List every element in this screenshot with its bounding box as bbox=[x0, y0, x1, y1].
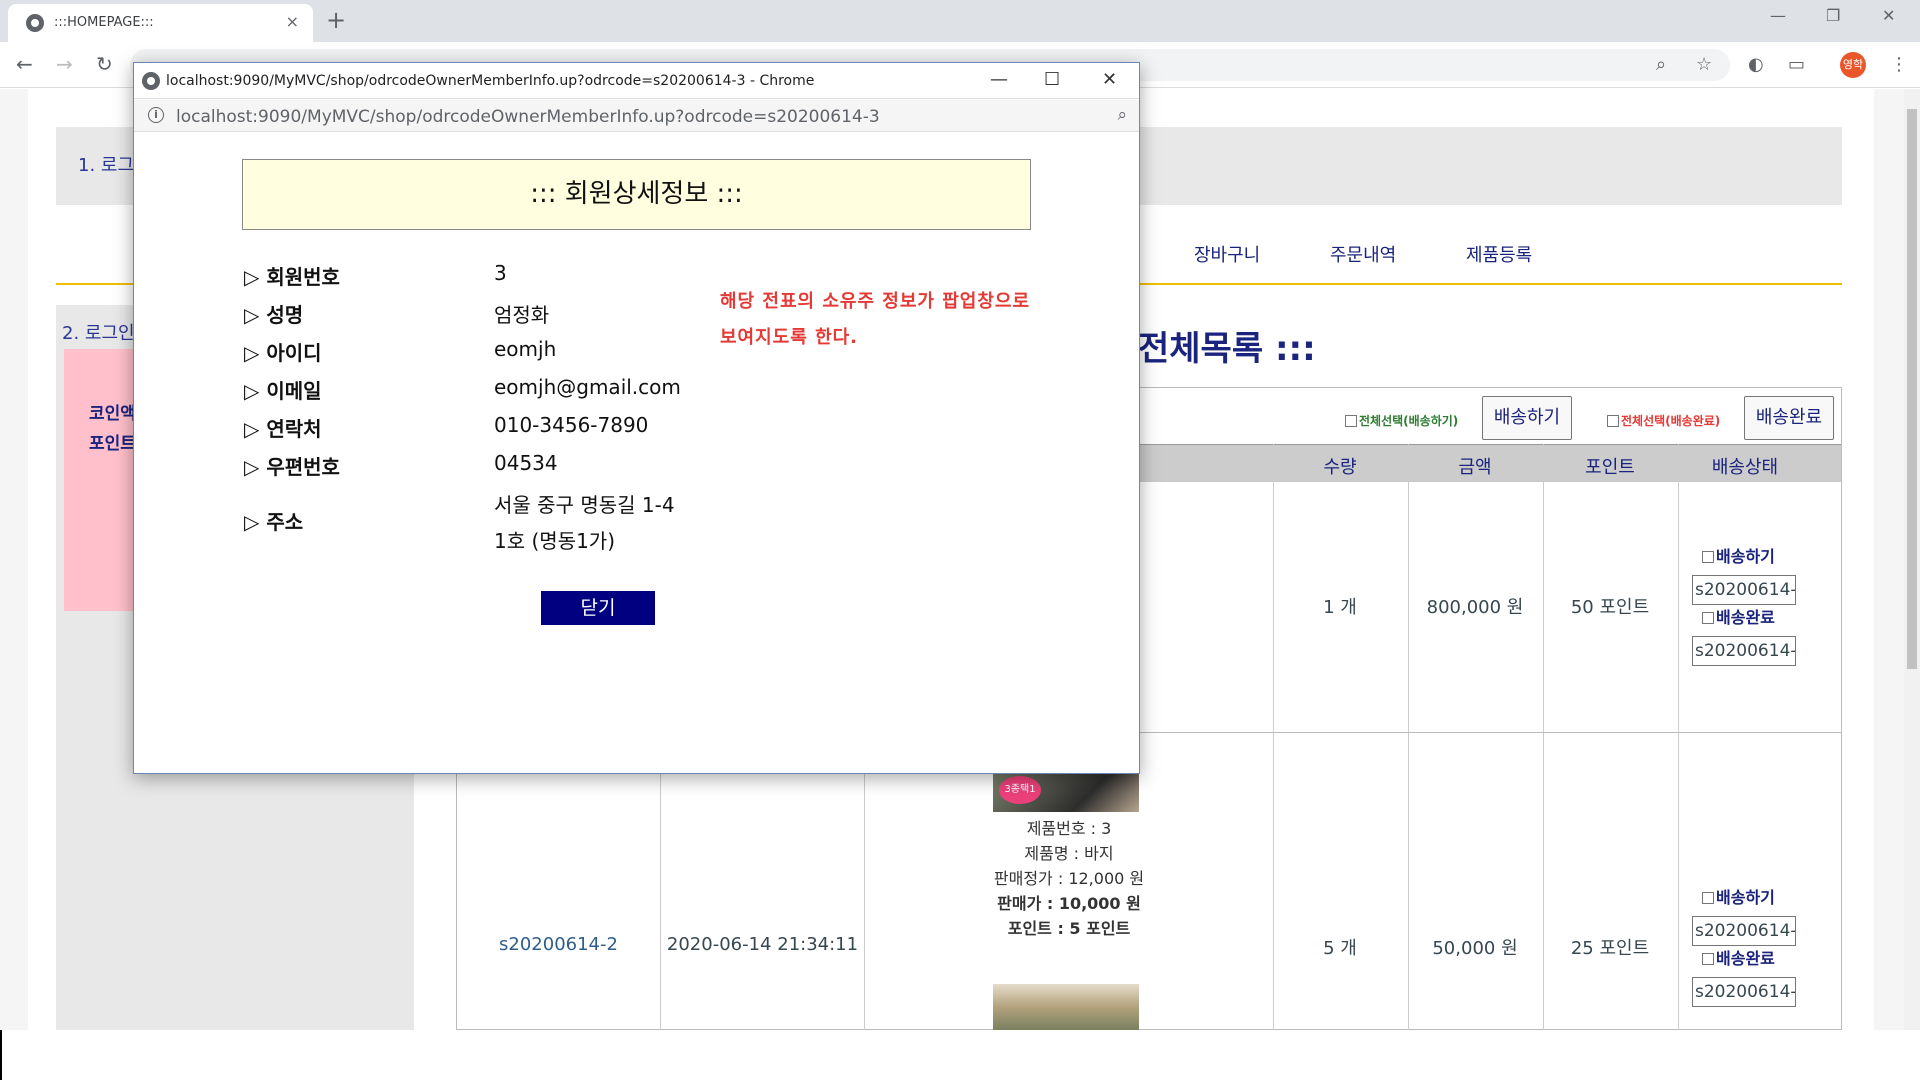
popup-window-title: localhost:9090/MyMVC/shop/odrcodeOwnerMe… bbox=[166, 73, 815, 89]
popup-url: localhost:9090/MyMVC/shop/odrcodeOwnerMe… bbox=[176, 107, 880, 127]
row2-ship-code-input[interactable]: s20200614- bbox=[1692, 916, 1796, 946]
row1-point: 50 포인트 bbox=[1570, 597, 1650, 618]
zoom-icon[interactable]: ⌕ bbox=[1656, 54, 1666, 75]
done-button[interactable]: 배송완료 bbox=[1744, 396, 1834, 440]
menu-cart[interactable]: 장바구니 bbox=[1194, 241, 1260, 267]
label-member-no: ▷ 회원번호 bbox=[244, 265, 340, 289]
value-email: eomjh@gmail.com bbox=[494, 375, 681, 399]
label-phone: ▷ 연락처 bbox=[244, 417, 322, 441]
ship-button[interactable]: 배송하기 bbox=[1482, 396, 1572, 440]
row3-product-image[interactable] bbox=[993, 984, 1139, 1030]
profile-avatar[interactable]: 영학 bbox=[1840, 52, 1866, 78]
row2-product-no: 제품번호 : 3 bbox=[1026, 819, 1112, 838]
popup-address-bar[interactable]: i localhost:9090/MyMVC/shop/odrcodeOwner… bbox=[134, 100, 1139, 132]
info-icon[interactable]: i bbox=[148, 107, 164, 123]
row2-done-code-input[interactable]: s20200614- bbox=[1692, 977, 1796, 1007]
label-postcode: ▷ 우편번호 bbox=[244, 455, 340, 479]
page-scrollbar[interactable] bbox=[1904, 89, 1920, 1030]
note-line1: 해당 전표의 소유주 정보가 팝업창으로 bbox=[720, 291, 1031, 312]
browser-tab[interactable]: :::HOMEPAGE::: × bbox=[8, 4, 313, 42]
label-address: ▷ 주소 bbox=[244, 510, 304, 534]
zoom-icon[interactable]: ⌕ bbox=[1117, 105, 1127, 125]
label-name: ▷ 성명 bbox=[244, 303, 304, 327]
member-info-popup: localhost:9090/MyMVC/shop/odrcodeOwnerMe… bbox=[133, 62, 1140, 774]
value-member-no: 3 bbox=[494, 261, 507, 285]
row1-ship-checkbox[interactable]: 배송하기 bbox=[1702, 543, 1775, 567]
note-line2: 보여지도록 한다. bbox=[720, 327, 859, 348]
restore-icon[interactable]: ❐ bbox=[1826, 6, 1840, 25]
row2-sale-price: 판매가 : 10,000 원 bbox=[997, 894, 1141, 913]
value-postcode: 04534 bbox=[494, 451, 558, 475]
col-divider bbox=[1678, 444, 1679, 1030]
select-all-ship[interactable]: 전체선택(배송하기) bbox=[1345, 412, 1458, 429]
row1-qty: 1 개 bbox=[1323, 597, 1357, 618]
back-icon[interactable]: ← bbox=[16, 52, 33, 76]
tab-title: :::HOMEPAGE::: bbox=[54, 15, 154, 30]
menu-dots-icon[interactable]: ⋮ bbox=[1890, 54, 1908, 75]
star-icon[interactable]: ☆ bbox=[1696, 54, 1712, 75]
popup-maximize-icon[interactable]: ☐ bbox=[1044, 69, 1060, 90]
select-all-done[interactable]: 전체선택(배송완료) bbox=[1607, 412, 1720, 429]
product-badge: 3종택1 bbox=[999, 776, 1041, 804]
popup-title-bar[interactable]: localhost:9090/MyMVC/shop/odrcodeOwnerMe… bbox=[134, 63, 1139, 99]
row2-order-date: 2020-06-14 21:34:11 bbox=[666, 934, 859, 955]
checkbox[interactable] bbox=[1702, 953, 1714, 965]
cast-icon[interactable]: ▭ bbox=[1788, 54, 1805, 75]
row2-ship-checkbox[interactable]: 배송하기 bbox=[1702, 884, 1775, 908]
checkbox[interactable] bbox=[1702, 612, 1714, 624]
row2-amount: 50,000 원 bbox=[1432, 938, 1518, 959]
close-button[interactable]: 닫기 bbox=[541, 591, 655, 625]
scrollbar-thumb[interactable] bbox=[1907, 109, 1917, 669]
row2-done-checkbox[interactable]: 배송완료 bbox=[1702, 945, 1775, 969]
value-userid: eomjh bbox=[494, 337, 557, 361]
sidebar-text: 2. 로그인 bbox=[62, 323, 135, 344]
popup-heading: ::: 회원상세정보 ::: bbox=[242, 159, 1031, 230]
value-address-line2: 1호 (명동1가) bbox=[494, 529, 616, 553]
reload-icon[interactable]: ↻ bbox=[96, 52, 113, 76]
value-address-line1: 서울 중구 명동길 1-4 bbox=[494, 493, 675, 517]
globe-icon bbox=[26, 14, 44, 32]
extension-icon[interactable]: ◐ bbox=[1748, 54, 1764, 75]
col-qty: 수량 bbox=[1323, 457, 1357, 478]
col-amount: 금액 bbox=[1458, 457, 1492, 478]
label-userid: ▷ 아이디 bbox=[244, 341, 322, 365]
col-status: 배송상태 bbox=[1711, 457, 1779, 478]
menu-orders[interactable]: 주문내역 bbox=[1330, 241, 1396, 267]
browser-tab-bar: :::HOMEPAGE::: × + — ❐ ✕ bbox=[0, 0, 1920, 42]
left-edge bbox=[0, 1030, 2, 1080]
popup-minimize-icon[interactable]: — bbox=[990, 69, 1008, 90]
row1-ship-code-input[interactable]: s20200614- bbox=[1692, 575, 1796, 605]
list-title: 전체목록 ::: bbox=[1138, 329, 1316, 369]
point-label: 포인트 bbox=[89, 434, 136, 454]
select-all-done-checkbox[interactable] bbox=[1607, 415, 1619, 427]
value-phone: 010-3456-7890 bbox=[494, 413, 649, 437]
row2-order-code-link[interactable]: s20200614-2 bbox=[457, 934, 660, 955]
row2-point: 25 포인트 bbox=[1570, 938, 1650, 959]
popup-close-icon[interactable]: ✕ bbox=[1102, 69, 1117, 90]
bottom-strip bbox=[0, 1030, 1920, 1080]
coin-label: 코인액 bbox=[89, 404, 136, 424]
top-panel-text: 1. 로그 bbox=[78, 155, 135, 176]
row2-qty: 5 개 bbox=[1323, 938, 1357, 959]
window-close-icon[interactable]: ✕ bbox=[1882, 6, 1895, 25]
globe-icon bbox=[142, 72, 160, 90]
checkbox[interactable] bbox=[1702, 892, 1714, 904]
new-tab-button[interactable]: + bbox=[326, 6, 346, 34]
label-email: ▷ 이메일 bbox=[244, 379, 322, 403]
select-all-ship-checkbox[interactable] bbox=[1345, 415, 1357, 427]
row1-done-code-input[interactable]: s20200614- bbox=[1692, 636, 1796, 666]
value-name: 엄정화 bbox=[494, 303, 550, 327]
row2-product-name: 제품명 : 바지 bbox=[1024, 844, 1114, 863]
row1-amount: 800,000 원 bbox=[1426, 597, 1524, 618]
row2-product-point: 포인트 : 5 포인트 bbox=[1007, 919, 1131, 938]
close-tab-icon[interactable]: × bbox=[286, 12, 299, 31]
minimize-icon[interactable]: — bbox=[1770, 6, 1786, 25]
row2-list-price: 판매정가 : 12,000 원 bbox=[993, 869, 1145, 888]
forward-icon[interactable]: → bbox=[56, 52, 73, 76]
col-point: 포인트 bbox=[1585, 457, 1635, 478]
row1-done-checkbox[interactable]: 배송완료 bbox=[1702, 604, 1775, 628]
menu-product-register[interactable]: 제품등록 bbox=[1466, 241, 1532, 267]
checkbox[interactable] bbox=[1702, 551, 1714, 563]
